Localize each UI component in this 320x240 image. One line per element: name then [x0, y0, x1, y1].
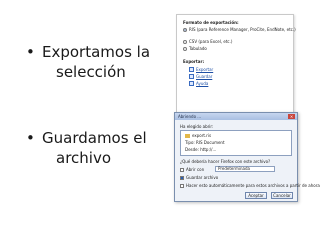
- dialog-title: Abriendo ...: [175, 113, 297, 120]
- checkbox-icon: [189, 67, 194, 72]
- file-name: export.ris: [185, 133, 211, 138]
- save-file-option[interactable]: Guardar archivo: [180, 175, 218, 180]
- checkbox-icon: [189, 81, 194, 86]
- bullet-text-line1: Guardamos el: [42, 129, 147, 147]
- bullet-marker: •: [26, 129, 35, 147]
- format-option-ris[interactable]: RIS (para Reference Manager, ProCite, En…: [183, 27, 296, 32]
- export-link[interactable]: Exportar: [189, 67, 213, 72]
- open-with-select[interactable]: Predeterminada: [215, 166, 275, 172]
- checkbox-icon: [189, 74, 194, 79]
- save-file-dialog: Abriendo ... × Ha elegido abrir: export.…: [174, 112, 320, 202]
- format-heading: Formato de exportación:: [183, 20, 239, 25]
- bullet-export-selection: • Exportamos la selección: [26, 42, 150, 82]
- save-link[interactable]: Guardar: [189, 74, 212, 79]
- close-icon[interactable]: ×: [288, 114, 295, 119]
- radio-selected-icon[interactable]: [180, 176, 184, 180]
- help-link[interactable]: Ayuda: [189, 81, 208, 86]
- file-info-box: export.ris Tipo: RIS Document Desde: htt…: [180, 130, 292, 156]
- radio-icon[interactable]: [183, 47, 187, 51]
- ok-button[interactable]: Aceptar: [245, 192, 267, 199]
- file-origin: Desde: http://...: [185, 147, 217, 152]
- file-icon: [185, 134, 190, 138]
- bullet-marker: •: [26, 43, 35, 61]
- cancel-button[interactable]: Cancelar: [271, 192, 293, 199]
- open-with-option[interactable]: Abrir con: [180, 167, 204, 172]
- radio-icon[interactable]: [183, 40, 187, 44]
- dialog-question: ¿Qué debería hacer Firefox con este arch…: [180, 159, 271, 164]
- export-heading: Exportar:: [183, 59, 205, 64]
- file-type: Tipo: RIS Document: [185, 140, 225, 145]
- radio-icon[interactable]: [180, 168, 184, 172]
- remember-checkbox[interactable]: Hacer esto automáticamente para estos ar…: [180, 183, 320, 188]
- bullet-save-file: • Guardamos el archivo: [26, 128, 147, 168]
- radio-selected-icon[interactable]: [183, 28, 187, 32]
- format-option-tab[interactable]: Tabulado: [183, 46, 207, 51]
- bullet-text-line2: archivo: [56, 149, 112, 167]
- checkbox-icon[interactable]: [180, 184, 184, 188]
- bullet-text-line2: selección: [56, 63, 126, 81]
- dialog-intro: Ha elegido abrir:: [180, 124, 214, 129]
- format-option-csv[interactable]: CSV (para Excel, etc.): [183, 39, 232, 44]
- export-options-panel: Formato de exportación: RIS (para Refere…: [176, 14, 296, 120]
- bullet-text-line1: Exportamos la: [42, 43, 151, 61]
